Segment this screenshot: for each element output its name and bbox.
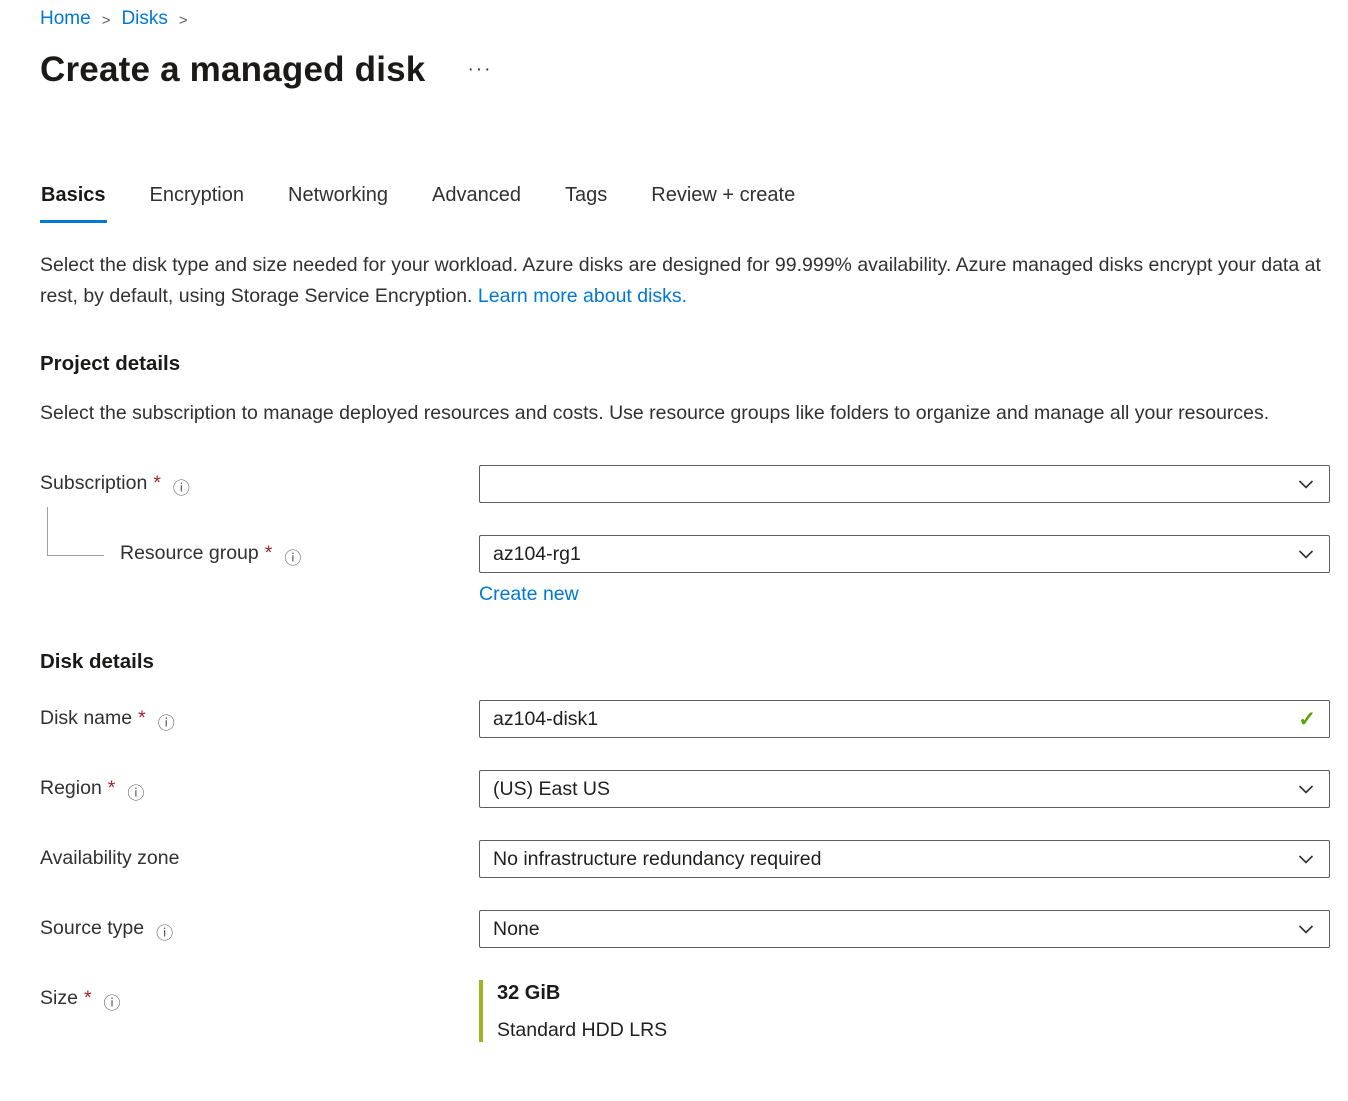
chevron-down-icon <box>1296 779 1316 799</box>
size-label: Size <box>40 987 78 1010</box>
disk-name-label-cell: Disk name * ⓘ <box>40 700 479 738</box>
chevron-down-icon <box>1296 849 1316 869</box>
chevron-down-icon <box>1296 544 1316 564</box>
source-type-dropdown[interactable]: None <box>479 910 1330 948</box>
info-icon[interactable]: ⓘ <box>156 919 173 944</box>
disk-name-field: ✓ <box>479 700 1330 738</box>
required-marker: * <box>84 987 92 1010</box>
size-sku: Standard HDD LRS <box>497 1019 1330 1042</box>
region-label: Region <box>40 777 102 800</box>
chevron-down-icon <box>1296 919 1316 939</box>
breadcrumb-separator-icon: > <box>102 10 111 29</box>
info-icon[interactable]: ⓘ <box>104 989 121 1014</box>
subscription-row: Subscription * ⓘ <box>40 465 1330 503</box>
info-icon[interactable]: ⓘ <box>158 709 175 734</box>
region-label-cell: Region * ⓘ <box>40 770 479 808</box>
disk-details-heading: Disk details <box>40 650 1330 674</box>
subscription-input-cell <box>479 465 1330 503</box>
region-dropdown[interactable]: (US) East US <box>479 770 1330 808</box>
size-input-cell: 32 GiB Standard HDD LRS <box>479 980 1330 1042</box>
wizard-tabs: Basics Encryption Networking Advanced Ta… <box>40 184 1330 223</box>
resource-group-label-cell: Resource group * ⓘ <box>40 535 479 573</box>
project-details-heading: Project details <box>40 352 1330 376</box>
availability-zone-value: No infrastructure redundancy required <box>493 848 821 871</box>
resource-group-dropdown[interactable]: az104-rg1 <box>479 535 1330 573</box>
disk-name-input-cell: ✓ <box>479 700 1330 738</box>
source-type-value: None <box>493 918 540 941</box>
size-label-cell: Size * ⓘ <box>40 980 479 1042</box>
availability-zone-input-cell: No infrastructure redundancy required <box>479 840 1330 878</box>
size-value: 32 GiB <box>497 982 1330 1005</box>
breadcrumb-disks-link[interactable]: Disks <box>121 8 167 30</box>
size-row: Size * ⓘ 32 GiB Standard HDD LRS <box>40 980 1330 1042</box>
region-value: (US) East US <box>493 778 610 801</box>
availability-zone-label: Availability zone <box>40 847 179 870</box>
intro-paragraph: Select the disk type and size needed for… <box>40 250 1330 312</box>
disk-name-input[interactable] <box>493 708 1288 731</box>
availability-zone-row: Availability zone No infrastructure redu… <box>40 840 1330 878</box>
learn-more-link[interactable]: Learn more about disks. <box>478 285 687 307</box>
required-marker: * <box>153 472 161 495</box>
subscription-label: Subscription <box>40 472 147 495</box>
resource-group-value: az104-rg1 <box>493 543 581 566</box>
breadcrumb-home-link[interactable]: Home <box>40 8 91 30</box>
title-row: Create a managed disk ··· <box>40 50 1330 90</box>
tab-basics[interactable]: Basics <box>40 184 107 223</box>
region-row: Region * ⓘ (US) East US <box>40 770 1330 808</box>
create-managed-disk-page: Home > Disks > Create a managed disk ···… <box>0 0 1348 1042</box>
page-title: Create a managed disk <box>40 50 425 90</box>
region-input-cell: (US) East US <box>479 770 1330 808</box>
breadcrumb: Home > Disks > <box>40 8 1330 30</box>
info-icon[interactable]: ⓘ <box>173 474 190 499</box>
tab-advanced[interactable]: Advanced <box>431 184 522 223</box>
resource-group-label: Resource group <box>120 542 259 565</box>
disk-name-label: Disk name <box>40 707 132 730</box>
size-summary: 32 GiB Standard HDD LRS <box>479 980 1330 1042</box>
resource-group-input-cell: az104-rg1 <box>479 535 1330 573</box>
availability-zone-label-cell: Availability zone <box>40 840 479 878</box>
required-marker: * <box>138 707 146 730</box>
subscription-dropdown[interactable] <box>479 465 1330 503</box>
tab-review-create[interactable]: Review + create <box>650 184 796 223</box>
tab-encryption[interactable]: Encryption <box>149 184 246 223</box>
project-details-form: Subscription * ⓘ Resource group * ⓘ <box>40 465 1330 606</box>
project-details-description: Select the subscription to manage deploy… <box>40 398 1330 429</box>
disk-details-form: Disk name * ⓘ ✓ Region * ⓘ (US) East US <box>40 700 1330 1042</box>
source-type-input-cell: None <box>479 910 1330 948</box>
resource-group-row: Resource group * ⓘ az104-rg1 <box>40 535 1330 573</box>
create-new-link[interactable]: Create new <box>479 583 579 606</box>
source-type-label: Source type <box>40 917 144 940</box>
required-marker: * <box>108 777 116 800</box>
required-marker: * <box>265 542 273 565</box>
breadcrumb-separator-icon: > <box>179 10 188 29</box>
info-icon[interactable]: ⓘ <box>127 779 144 804</box>
info-icon[interactable]: ⓘ <box>284 544 301 569</box>
source-type-label-cell: Source type ⓘ <box>40 910 479 948</box>
create-new-row: Create new <box>479 583 1330 606</box>
resource-group-connector-line <box>47 507 104 556</box>
tab-networking[interactable]: Networking <box>287 184 389 223</box>
more-options-icon[interactable]: ··· <box>467 59 492 81</box>
valid-check-icon: ✓ <box>1298 707 1316 732</box>
disk-name-row: Disk name * ⓘ ✓ <box>40 700 1330 738</box>
source-type-row: Source type ⓘ None <box>40 910 1330 948</box>
tab-tags[interactable]: Tags <box>564 184 608 223</box>
subscription-label-cell: Subscription * ⓘ <box>40 465 479 503</box>
chevron-down-icon <box>1296 474 1316 494</box>
availability-zone-dropdown[interactable]: No infrastructure redundancy required <box>479 840 1330 878</box>
